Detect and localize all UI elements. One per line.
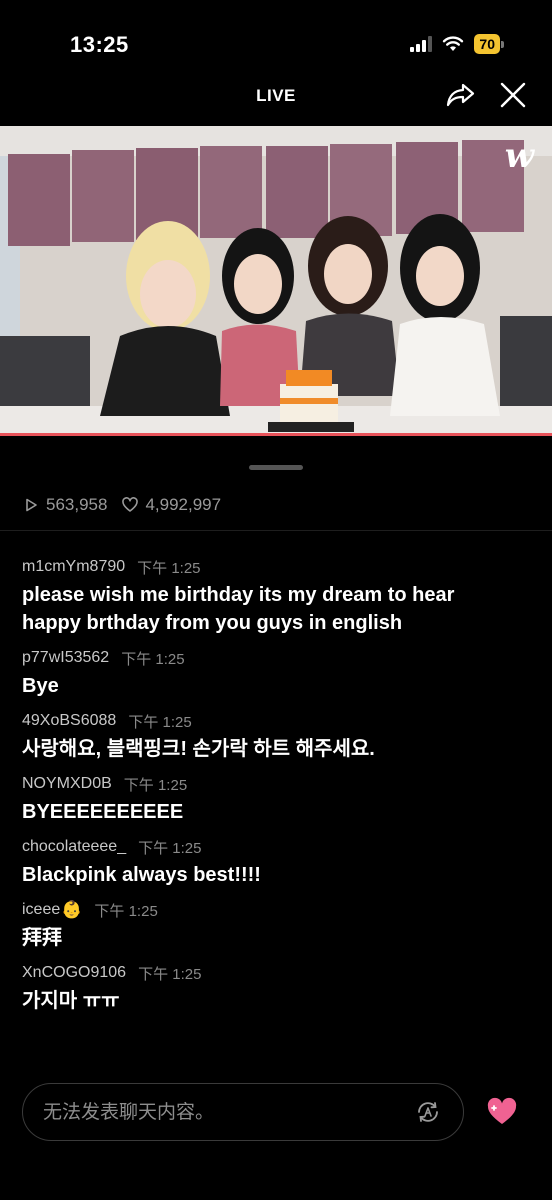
- chat-username[interactable]: iceee: [22, 901, 60, 919]
- live-stats: 563,958 4,992,997: [22, 495, 221, 515]
- chat-text: BYEEEEEEEEEE: [22, 801, 184, 823]
- drag-handle[interactable]: [249, 465, 303, 470]
- chat-timestamp: 下午 1:25: [138, 965, 202, 983]
- heart-outline-icon: [122, 497, 139, 512]
- cellular-signal-icon: [410, 36, 433, 52]
- weverse-logo: w: [504, 136, 534, 176]
- chat-list[interactable]: m1cmYm8790 下午 1:25 please wish me birthd…: [22, 556, 532, 1025]
- wifi-icon: [443, 36, 464, 51]
- chat-username[interactable]: p77wI53562: [22, 649, 109, 667]
- view-count: 563,958: [46, 495, 108, 514]
- chat-username[interactable]: chocolateeee_: [22, 838, 126, 856]
- baby-emoji-icon: 👶: [61, 900, 83, 919]
- divider: [0, 530, 552, 531]
- chat-text: 拜拜: [22, 927, 62, 949]
- chat-timestamp: 下午 1:25: [94, 902, 158, 920]
- status-time: 13:25: [70, 32, 129, 57]
- top-bar: LIVE: [0, 72, 552, 118]
- chat-input-container[interactable]: [22, 1083, 464, 1141]
- translate-icon[interactable]: [415, 1099, 441, 1125]
- live-video-player[interactable]: w: [0, 126, 552, 436]
- battery-level: 70: [474, 34, 500, 54]
- chat-text: Bye: [22, 675, 59, 697]
- share-icon[interactable]: [444, 78, 478, 112]
- chat-username[interactable]: 49XoBS6088: [22, 712, 116, 730]
- chat-input[interactable]: [43, 1084, 403, 1140]
- chat-text: 사랑해요, 블랙핑크! 손가락 하트 해주세요.: [22, 738, 375, 760]
- chat-username[interactable]: NOYMXD0B: [22, 775, 112, 793]
- chat-message: NOYMXD0B 下午 1:25 BYEEEEEEEEEE: [22, 773, 532, 826]
- play-icon: [26, 498, 37, 512]
- chat-text-line: please wish me birthday its my dream to …: [22, 584, 455, 606]
- battery-icon: 70: [474, 34, 504, 54]
- chat-message: iceee 👶 下午 1:25 拜拜: [22, 899, 532, 952]
- video-frame: [0, 126, 552, 436]
- chat-text: Blackpink always best!!!!: [22, 864, 261, 886]
- chat-message: 49XoBS6088 下午 1:25 사랑해요, 블랙핑크! 손가락 하트 해주…: [22, 710, 532, 763]
- chat-timestamp: 下午 1:25: [121, 650, 185, 668]
- chat-text: 가지마 ㅠㅠ: [22, 990, 120, 1012]
- heart-icon[interactable]: [485, 1095, 519, 1129]
- chat-timestamp: 下午 1:25: [128, 713, 192, 731]
- close-icon[interactable]: [498, 80, 528, 110]
- like-count: 4,992,997: [145, 495, 222, 514]
- chat-message: XnCOGO9106 下午 1:25 가지마 ㅠㅠ: [22, 962, 532, 1015]
- chat-username[interactable]: XnCOGO9106: [22, 964, 126, 982]
- video-progress-bar: [0, 433, 552, 436]
- chat-message: m1cmYm8790 下午 1:25 please wish me birthd…: [22, 556, 532, 637]
- chat-text-line: happy brthday from you guys in english: [22, 612, 403, 634]
- chat-message: p77wI53562 下午 1:25 Bye: [22, 647, 532, 700]
- status-bar: 13:25 70: [0, 0, 552, 72]
- status-icons: 70: [410, 34, 504, 54]
- chat-text: please wish me birthday its my dream to …: [22, 581, 532, 637]
- chat-timestamp: 下午 1:25: [137, 559, 201, 577]
- chat-timestamp: 下午 1:25: [138, 839, 202, 857]
- chat-message: chocolateeee_ 下午 1:25 Blackpink always b…: [22, 836, 532, 889]
- chat-timestamp: 下午 1:25: [123, 776, 188, 794]
- chat-username[interactable]: m1cmYm8790: [22, 558, 125, 576]
